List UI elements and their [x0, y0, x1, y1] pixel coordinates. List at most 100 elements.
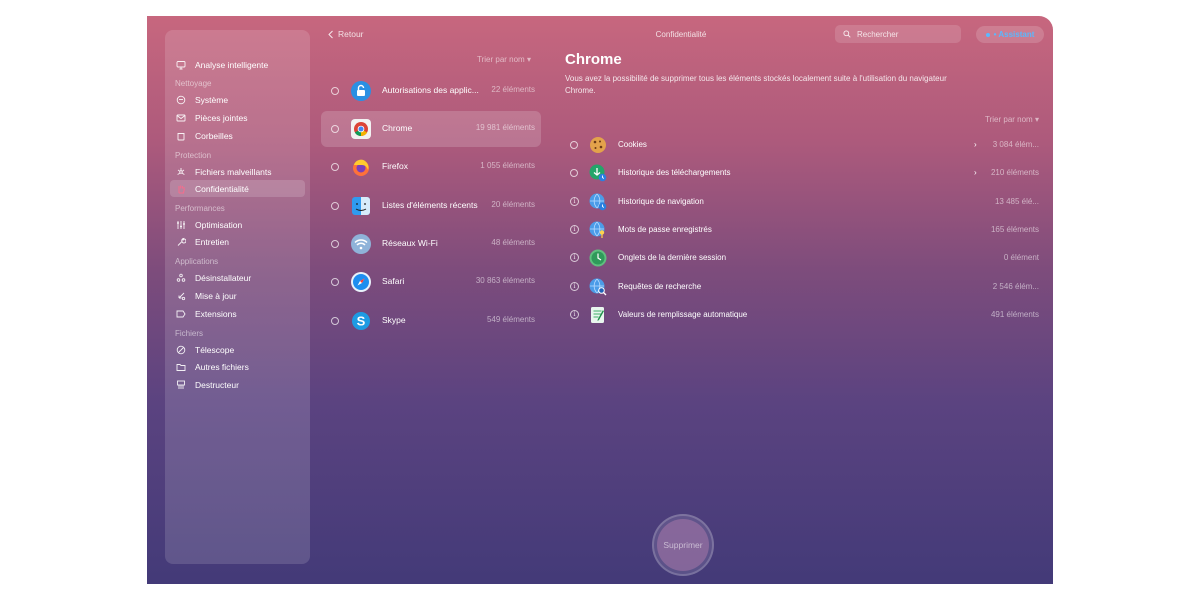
- chevron-right-icon[interactable]: ›: [974, 168, 977, 177]
- info-icon[interactable]: i: [570, 282, 579, 291]
- category-count: 3 084 élém...: [992, 140, 1039, 149]
- category-name: Onglets de la dernière session: [618, 253, 727, 262]
- sidebar-item-corbeilles[interactable]: Corbeilles: [170, 127, 305, 144]
- select-radio[interactable]: [570, 141, 578, 149]
- select-radio[interactable]: [331, 125, 339, 133]
- select-radio[interactable]: [331, 240, 339, 248]
- sidebar-section-title: Applications: [175, 257, 219, 266]
- category-count: 13 485 élé...: [994, 197, 1039, 206]
- sidebar-item-optimisation[interactable]: Optimisation: [170, 216, 305, 233]
- app-row-safari[interactable]: Safari 30 863 éléments: [321, 264, 541, 300]
- info-icon[interactable]: i: [570, 225, 579, 234]
- category-row-onglets-session[interactable]: i Onglets de la dernière session 0 éléme…: [565, 247, 1041, 269]
- category-name: Requêtes de recherche: [618, 282, 702, 291]
- sidebar-item-fichiers-malveillants[interactable]: Fichiers malveillants: [170, 163, 305, 180]
- select-radio[interactable]: [570, 169, 578, 177]
- assistant-button[interactable]: • Assistant: [976, 26, 1044, 43]
- autofill-icon: [591, 307, 604, 323]
- sidebar-item-label: Optimisation: [195, 219, 243, 230]
- app-name: Listes d'éléments récents: [382, 200, 478, 210]
- sidebar-item-label: Désinstallateur: [195, 272, 252, 283]
- sidebar-item-label: Pièces jointes: [195, 112, 248, 123]
- folder-icon: [176, 362, 186, 372]
- app-row-chrome[interactable]: Chrome 19 981 éléments: [321, 111, 541, 147]
- download-history-icon: [589, 164, 607, 182]
- clock-icon: [589, 249, 607, 267]
- cookie-icon: [590, 137, 606, 153]
- sidebar-item-confidentialite[interactable]: Confidentialité: [170, 180, 305, 197]
- select-radio[interactable]: [331, 317, 339, 325]
- category-row-requetes-recherche[interactable]: i Requêtes de recherche 2 546 élém...: [565, 276, 1041, 298]
- app-row-reseaux-wifi[interactable]: Réseaux Wi-Fi 48 éléments: [321, 226, 541, 262]
- sidebar-item-mise-a-jour[interactable]: Mise à jour: [170, 287, 305, 304]
- info-icon[interactable]: i: [570, 253, 579, 262]
- app-name: Firefox: [382, 161, 408, 171]
- category-row-remplissage-auto[interactable]: i Valeurs de remplissage automatique 491…: [565, 304, 1041, 326]
- finder-icon: [352, 197, 370, 215]
- sidebar-item-autres-fichiers[interactable]: Autres fichiers: [170, 358, 305, 375]
- sidebar-item-telescope[interactable]: Télescope: [170, 341, 305, 358]
- category-name: Historique des téléchargements: [618, 168, 731, 177]
- category-count: 491 éléments: [990, 310, 1039, 319]
- info-icon[interactable]: i: [570, 197, 579, 206]
- safari-icon: [351, 272, 371, 292]
- sidebar-item-label: Autres fichiers: [195, 361, 249, 372]
- status-dot-icon: [985, 32, 990, 37]
- trash-icon: [176, 131, 186, 141]
- sidebar-item-extensions[interactable]: Extensions: [170, 305, 305, 322]
- sidebar-item-entretien[interactable]: Entretien: [170, 233, 305, 250]
- sort-by-name-dropdown[interactable]: Trier par nom ▾: [477, 55, 531, 64]
- sidebar-item-systeme[interactable]: Système: [170, 91, 305, 108]
- category-name: Historique de navigation: [618, 197, 704, 206]
- sidebar-item-label: Entretien: [195, 236, 230, 247]
- app-row-skype[interactable]: S Skype 549 éléments: [321, 303, 541, 339]
- remove-button-face: Supprimer: [657, 519, 709, 571]
- select-radio[interactable]: [331, 278, 339, 286]
- category-row-cookies[interactable]: Cookies › 3 084 élém...: [565, 134, 1041, 156]
- search-input[interactable]: Rechercher: [835, 25, 961, 43]
- detail-sort-dropdown[interactable]: Trier par nom ▾: [985, 115, 1039, 124]
- remove-button[interactable]: Supprimer: [652, 514, 714, 576]
- category-count: 210 éléments: [990, 168, 1039, 177]
- sidebar-item-analyse-intelligente[interactable]: Analyse intelligente: [170, 56, 305, 73]
- monitor-icon: [176, 60, 186, 70]
- app-name: Réseaux Wi-Fi: [382, 238, 438, 248]
- biohazard-icon: [176, 167, 186, 177]
- search-icon: [843, 30, 851, 38]
- sidebar-item-label: Télescope: [195, 344, 235, 355]
- back-button[interactable]: Retour: [327, 29, 364, 39]
- app-row-listes-recents[interactable]: Listes d'éléments récents 20 éléments: [321, 188, 541, 224]
- app-name: Autorisations des applic...: [382, 85, 479, 95]
- info-icon[interactable]: i: [570, 310, 579, 319]
- sidebar-item-label: Analyse intelligente: [195, 59, 269, 70]
- sidebar-item-destructeur[interactable]: Destructeur: [170, 376, 305, 393]
- select-radio[interactable]: [331, 87, 339, 95]
- sidebar-item-pieces-jointes[interactable]: Pièces jointes: [170, 109, 305, 126]
- sidebar-item-label: Extensions: [195, 308, 237, 319]
- app-count: 22 éléments: [491, 85, 535, 94]
- category-name: Valeurs de remplissage automatique: [618, 310, 748, 319]
- category-row-historique-telechargements[interactable]: Historique des téléchargements › 210 élé…: [565, 162, 1041, 184]
- sidebar-item-desinstallateur[interactable]: Désinstallateur: [170, 269, 305, 286]
- back-label: Retour: [338, 29, 364, 39]
- select-radio[interactable]: [331, 163, 339, 171]
- category-name: Mots de passe enregistrés: [618, 225, 712, 234]
- assistant-label: • Assistant: [993, 30, 1035, 39]
- category-row-historique-navigation[interactable]: i Historique de navigation 13 485 élé...: [565, 191, 1041, 213]
- sidebar-item-label: Destructeur: [195, 379, 239, 390]
- chevron-right-icon[interactable]: ›: [974, 140, 977, 149]
- extensions-icon: [176, 309, 186, 319]
- category-row-mots-de-passe[interactable]: i Mots de passe enregistrés 165 éléments: [565, 219, 1041, 241]
- apps-icon: [176, 273, 186, 283]
- app-count: 549 éléments: [486, 315, 535, 324]
- select-radio[interactable]: [331, 202, 339, 210]
- app-name: Skype: [382, 315, 406, 325]
- app-row-autorisations[interactable]: Autorisations des applic... 22 éléments: [321, 73, 541, 109]
- browsing-history-icon: [589, 193, 607, 211]
- category-count: 165 éléments: [990, 225, 1039, 234]
- wifi-icon: [351, 234, 371, 254]
- app-row-firefox[interactable]: Firefox 1 055 éléments: [321, 149, 541, 185]
- update-icon: [176, 291, 186, 301]
- system-icon: [176, 95, 186, 105]
- sidebar-item-label: Mise à jour: [195, 290, 237, 301]
